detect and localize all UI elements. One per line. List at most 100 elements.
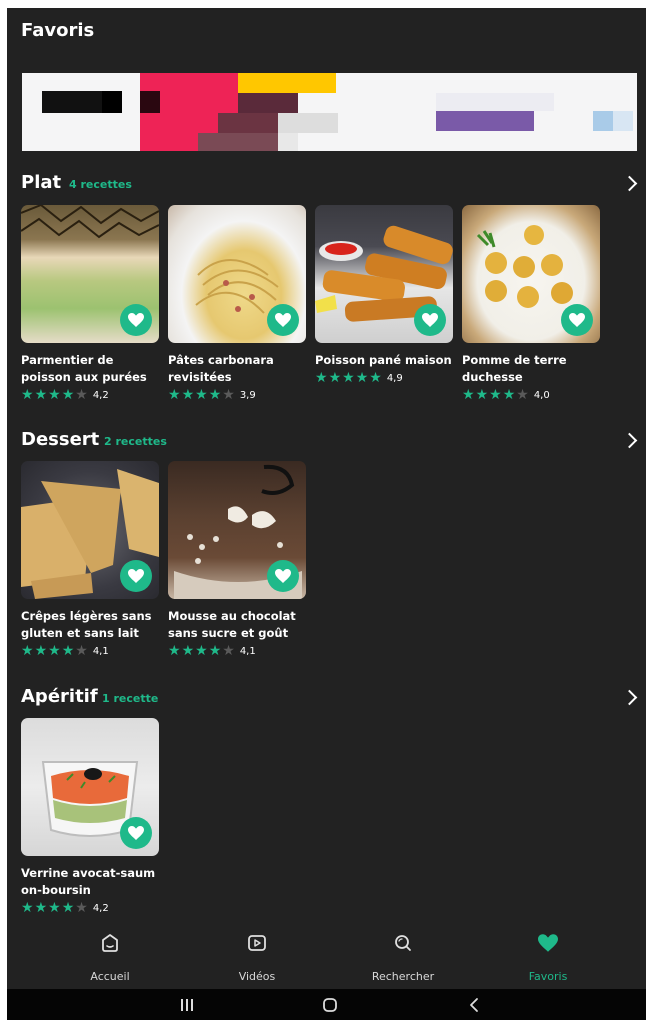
- banner-block: [198, 133, 278, 151]
- star-icon: ★: [328, 370, 342, 386]
- banner-block: [140, 91, 160, 113]
- recipe-card[interactable]: Verrine avocat-saum on-boursin ★ ★ ★ ★ ★ 4,2: [21, 718, 159, 915]
- rating-value: 4,1: [92, 645, 109, 657]
- back-icon[interactable]: [466, 997, 482, 1013]
- banner-block: [238, 93, 298, 113]
- favorite-button[interactable]: [120, 817, 152, 849]
- banner-block: [278, 133, 298, 151]
- heart-icon: [275, 313, 291, 327]
- recipe-name: Parmentier de poisson aux purées ...: [21, 353, 147, 384]
- banner-block: [613, 111, 633, 131]
- banner-block: [436, 93, 554, 111]
- rating: ★ ★ ★ ★ ★ 4,9: [315, 371, 453, 385]
- rating-value: 4,2: [92, 902, 109, 914]
- section-count: 2 recettes: [104, 435, 167, 448]
- recipe-image: [315, 205, 453, 343]
- recipe-card[interactable]: Parmentier de poisson aux purées ... ★★★…: [21, 205, 159, 402]
- section-count: 4 recettes: [69, 178, 132, 191]
- nav-item-rechercher[interactable]: Rechercher: [343, 923, 463, 989]
- recipe-name: Pâtes carbonara revisitées: [168, 353, 274, 384]
- recipe-card[interactable]: Pâtes carbonara revisitées ★ ★ ★ ★ ★ 3,9: [168, 205, 306, 402]
- rating: ★ ★ ★ ★ ★ 4,2: [21, 388, 159, 402]
- section-header-plat[interactable]: Plat 4 recettes: [21, 172, 641, 202]
- banner-block: [102, 91, 122, 113]
- rating: ★ ★ ★ ★ ★ 4,0: [462, 388, 600, 402]
- nav-label: Vidéos: [238, 970, 276, 983]
- home-button-icon[interactable]: [322, 997, 338, 1013]
- star-icon: ★: [48, 387, 61, 403]
- rating: ★ ★ ★ ★ ★ 4,1: [168, 644, 306, 658]
- recipe-image: [21, 205, 159, 343]
- star-icon: ★: [21, 900, 34, 916]
- nav-label: Favoris: [528, 970, 568, 983]
- recipe-image: [462, 205, 600, 343]
- favorite-button[interactable]: [267, 304, 299, 336]
- nav-item-favoris[interactable]: Favoris: [488, 923, 608, 989]
- recipe-image: [21, 461, 159, 599]
- chevron-right-icon[interactable]: [621, 175, 638, 192]
- video-icon: [248, 935, 266, 951]
- recipe-name: Pomme de terre duchesse: [462, 353, 567, 384]
- star-icon: ★: [34, 387, 48, 403]
- star-icon: ★: [21, 643, 34, 659]
- section-count: 1 recette: [102, 692, 159, 705]
- banner-block: [238, 73, 336, 93]
- star-icon: ★: [61, 643, 75, 659]
- rating-value: 4,2: [92, 389, 109, 401]
- star-icon: ★: [181, 387, 195, 403]
- heart-icon: [538, 934, 558, 952]
- star-icon: ★: [34, 643, 48, 659]
- favorite-button[interactable]: [561, 304, 593, 336]
- recipe-card[interactable]: Mousse au chocolat sans sucre et goût c.…: [168, 461, 306, 658]
- heart-icon: [275, 569, 291, 583]
- pattern-decoration: [21, 205, 159, 239]
- star-icon: ★: [21, 387, 34, 403]
- rating: ★ ★ ★ ★ ★ 4,1: [21, 644, 159, 658]
- star-icon: ★: [355, 370, 369, 386]
- star-icon: ★: [34, 900, 48, 916]
- rating-value: 4,9: [386, 372, 403, 384]
- recent-apps-icon[interactable]: [179, 997, 195, 1013]
- star-icon: ★: [75, 900, 88, 916]
- recipe-card[interactable]: Pomme de terre duchesse ★ ★ ★ ★ ★ 4,0: [462, 205, 600, 402]
- favorite-button[interactable]: [120, 560, 152, 592]
- heart-icon: [128, 569, 144, 583]
- favorite-button[interactable]: [120, 304, 152, 336]
- rating: ★ ★ ★ ★ ★ 4,2: [21, 901, 159, 915]
- star-icon: ★: [208, 387, 222, 403]
- nav-item-accueil[interactable]: Accueil: [50, 923, 170, 989]
- nav-label: Rechercher: [371, 970, 435, 983]
- system-nav-bar: [7, 989, 646, 1020]
- star-icon: ★: [208, 643, 222, 659]
- favorite-button[interactable]: [267, 560, 299, 592]
- recipe-name: Crêpes légères sans gluten et sans lait …: [21, 609, 152, 640]
- banner-block: [42, 91, 102, 113]
- recipe-card[interactable]: Crêpes légères sans gluten et sans lait …: [21, 461, 159, 658]
- rating-value: 4,1: [239, 645, 256, 657]
- star-icon: ★: [168, 643, 181, 659]
- heart-icon: [569, 313, 585, 327]
- recipe-name: Poisson pané maison: [315, 353, 452, 367]
- page-title: Favoris: [21, 20, 95, 41]
- heart-icon: [128, 826, 144, 840]
- ad-banner[interactable]: [22, 73, 637, 151]
- chevron-right-icon[interactable]: [621, 432, 638, 449]
- star-icon: ★: [61, 387, 75, 403]
- banner-block: [436, 111, 534, 131]
- section-header-dessert[interactable]: Dessert 2 recettes: [21, 429, 641, 459]
- recipe-name: Verrine avocat-saum on-boursin: [21, 866, 156, 897]
- search-icon: [395, 935, 411, 951]
- section-header-aperitif[interactable]: Apéritif 1 recette: [21, 686, 641, 716]
- section-title: Plat: [21, 172, 62, 193]
- recipe-image: [168, 205, 306, 343]
- rating-value: 4,0: [533, 389, 550, 401]
- recipe-card[interactable]: Poisson pané maison ★ ★ ★ ★ ★ 4,9: [315, 205, 453, 385]
- nav-item-videos[interactable]: Vidéos: [197, 923, 317, 989]
- star-icon: ★: [222, 387, 235, 403]
- heart-icon: [128, 313, 144, 327]
- rating-value: 3,9: [239, 389, 256, 401]
- favorite-button[interactable]: [414, 304, 446, 336]
- app-screen: Favoris Plat 4 recettes Parmentier de po…: [7, 8, 646, 1020]
- star-icon: ★: [61, 900, 75, 916]
- chevron-right-icon[interactable]: [621, 689, 638, 706]
